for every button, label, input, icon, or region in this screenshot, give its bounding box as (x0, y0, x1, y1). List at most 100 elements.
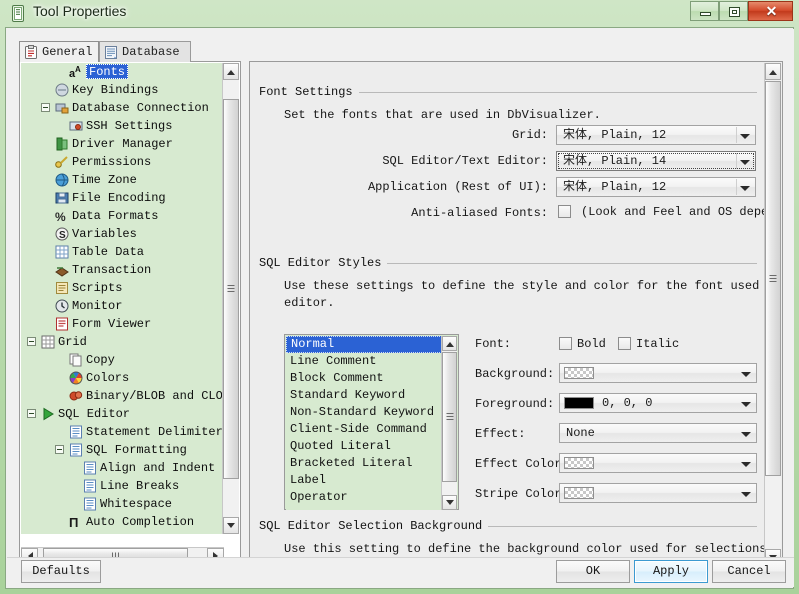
tree-item-align-and-indent[interactable]: Align and Indent (21, 459, 224, 477)
tree-item-ssh-settings[interactable]: SSH Settings (21, 117, 224, 135)
style-list-item[interactable]: Quoted Literal (286, 438, 442, 455)
style-list-scrollbar-thumb[interactable] (442, 352, 457, 482)
ok-button[interactable]: OK (556, 560, 630, 583)
tree-item-monitor[interactable]: Monitor (21, 297, 224, 315)
svg-text:S: S (59, 230, 66, 241)
chevron-down-icon (741, 402, 751, 407)
tree-item-key-bindings[interactable]: Key Bindings (21, 81, 224, 99)
tree-item-label: File Encoding (72, 191, 166, 205)
tree-item-transaction[interactable]: Transaction (21, 261, 224, 279)
tree-item-file-encoding[interactable]: File Encoding (21, 189, 224, 207)
style-list-item[interactable]: Block Comment (286, 370, 442, 387)
chevron-up-icon (769, 69, 777, 75)
tree-expander-collapse[interactable] (55, 445, 64, 454)
tree-item-label: Colors (86, 371, 130, 385)
tree-item-sql-formatting[interactable]: SQL Formatting (21, 441, 224, 459)
tree-item-copy[interactable]: Copy (21, 351, 224, 369)
effect-color-combo[interactable] (559, 453, 757, 473)
italic-checkbox[interactable] (618, 337, 631, 350)
connection-icon (55, 101, 69, 115)
style-list-scroll-down-button[interactable] (442, 495, 457, 510)
tree-expander-collapse[interactable] (27, 337, 36, 346)
tree-item-sql-editor[interactable]: SQL Editor (21, 405, 224, 423)
application-font-combo[interactable]: 宋体, Plain, 12 (556, 177, 756, 197)
antialias-checkbox[interactable] (558, 205, 571, 218)
detail-scrollbar-thumb[interactable] (765, 81, 781, 476)
tree-item-label: Fonts (86, 64, 129, 79)
tree-item-database-connection[interactable]: Database Connection (21, 99, 224, 117)
sql-editor-font-value: 宋体, Plain, 14 (563, 154, 667, 168)
style-list-item[interactable]: Bracketed Literal (286, 455, 442, 472)
selection-background-title: SQL Editor Selection Background (259, 519, 489, 533)
settings-detail-panel: Font Settings Set the fonts that are use… (249, 61, 783, 566)
style-list-item[interactable]: Line Comment (286, 353, 442, 370)
tree-item-label: Binary/BLOB and CLOB Da (86, 389, 224, 403)
style-list-scrollbar[interactable] (441, 336, 457, 510)
tree-item-auto-completion[interactable]: Π Auto Completion (21, 513, 224, 531)
cancel-button[interactable]: Cancel (712, 560, 786, 583)
bold-checkbox[interactable] (559, 337, 572, 350)
play-icon (41, 407, 55, 421)
close-button[interactable]: ✕ (748, 1, 793, 21)
style-list-item[interactable]: Normal (286, 336, 442, 353)
style-list-item[interactable]: Label (286, 472, 442, 489)
style-list-item[interactable]: Non-Standard Keyword (286, 404, 442, 421)
tree-item-driver-manager[interactable]: Driver Manager (21, 135, 224, 153)
apply-button[interactable]: Apply (634, 560, 708, 583)
tree-item-fonts[interactable]: a A Fonts (21, 63, 224, 81)
font-settings-description: Set the fonts that are used in DbVisuali… (284, 108, 601, 122)
tree-item-scripts[interactable]: Scripts (21, 279, 224, 297)
background-color-combo[interactable] (559, 363, 757, 383)
chevron-up-icon (445, 341, 454, 347)
style-list[interactable]: Normal Line Comment Block Comment Standard … (286, 336, 442, 510)
stripe-color-combo[interactable] (559, 483, 757, 503)
style-list-item[interactable]: Standard Keyword (286, 387, 442, 404)
style-list-item[interactable]: Operator (286, 489, 442, 506)
grid-font-value: 宋体, Plain, 12 (563, 128, 667, 142)
tree-item-data-formats[interactable]: % Data Formats (21, 207, 224, 225)
tree-item-colors[interactable]: Colors (21, 369, 224, 387)
tree-item-binary-blob-and-clob-da[interactable]: Binary/BLOB and CLOB Da (21, 387, 224, 405)
tree-vertical-scrollbar[interactable] (222, 63, 239, 534)
tree-expander-collapse[interactable] (27, 409, 36, 418)
sql-editor-font-combo[interactable]: 宋体, Plain, 14 (556, 151, 756, 171)
dialog-button-bar: Defaults OK Apply Cancel (7, 557, 794, 587)
tree-item-label: Whitespace (100, 497, 173, 511)
tree-item-comments[interactable]: Comments (21, 531, 224, 534)
tree-item-time-zone[interactable]: Time Zone (21, 171, 224, 189)
tree-item-statement-delimiters[interactable]: Statement Delimiters (21, 423, 224, 441)
tree-item-label: Permissions (72, 155, 152, 169)
keyboard-icon (55, 83, 69, 97)
foreground-color-combo[interactable]: 0, 0, 0 (559, 393, 757, 413)
tree-item-whitespace[interactable]: Whitespace (21, 495, 224, 513)
minimize-button[interactable] (690, 1, 719, 21)
font-settings-title: Font Settings (259, 85, 359, 99)
antialias-note: (Look and Feel and OS dependent) (581, 205, 766, 219)
settings-tree[interactable]: a A Fonts Key Bindings Database Connection SS… (21, 63, 224, 534)
detail-scroll-up-button[interactable] (765, 63, 781, 80)
tree-item-permissions[interactable]: Permissions (21, 153, 224, 171)
detail-vertical-scrollbar[interactable] (764, 63, 781, 566)
maximize-button[interactable] (719, 1, 748, 21)
chevron-down-icon (740, 134, 750, 139)
effect-combo[interactable]: None (559, 423, 757, 443)
tab-general[interactable]: General (19, 41, 99, 62)
tree-expander-collapse[interactable] (41, 103, 50, 112)
tree-scrollbar-thumb[interactable] (223, 99, 239, 479)
tree-item-form-viewer[interactable]: Form Viewer (21, 315, 224, 333)
grid-font-combo[interactable]: 宋体, Plain, 12 (556, 125, 756, 145)
tree-scroll-up-button[interactable] (223, 63, 239, 80)
tab-database[interactable]: Database (99, 41, 191, 62)
defaults-button[interactable]: Defaults (21, 560, 101, 583)
bold-label: Bold (577, 337, 606, 351)
style-list-item[interactable]: Client-Side Command (286, 421, 442, 438)
tree-item-table-data[interactable]: Table Data (21, 243, 224, 261)
effect-label: Effect: (475, 427, 526, 441)
tree-item-line-breaks[interactable]: Line Breaks (21, 477, 224, 495)
tree-item-variables[interactable]: S Variables (21, 225, 224, 243)
tree-item-label: Driver Manager (72, 137, 173, 151)
tree-item-grid[interactable]: Grid (21, 333, 224, 351)
selection-bg-description-1: Use this setting to define the backgroun… (284, 542, 766, 556)
style-list-scroll-up-button[interactable] (442, 336, 457, 351)
tree-scroll-down-button[interactable] (223, 517, 239, 534)
